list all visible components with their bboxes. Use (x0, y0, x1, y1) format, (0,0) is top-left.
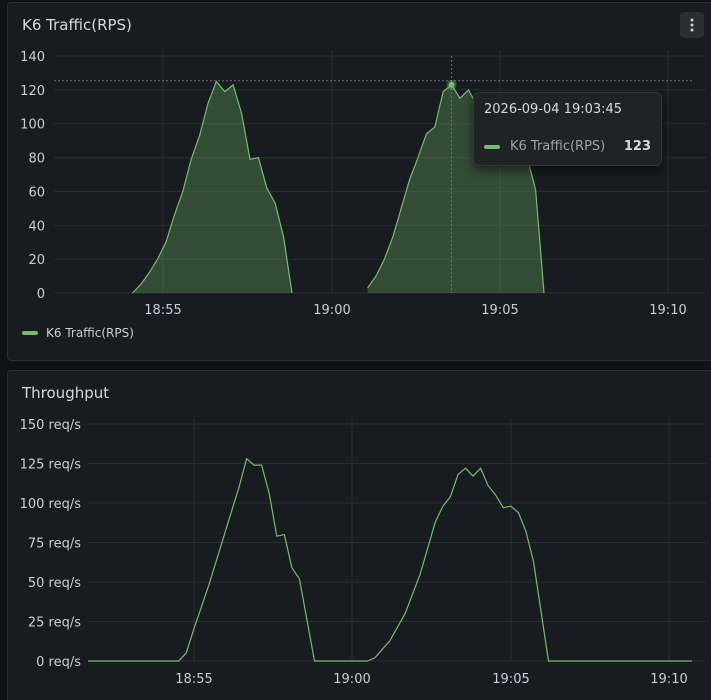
x-tick-label: 19:00 (333, 672, 370, 687)
y-tick-label: 50 req/s (28, 576, 81, 591)
y-tick-label: 150 req/s (20, 418, 82, 433)
y-tick-label: 0 req/s (36, 655, 81, 670)
y-tick-label: 100 req/s (20, 497, 82, 512)
x-tick-label: 18:55 (175, 672, 212, 687)
x-tick-label: 19:05 (492, 672, 529, 687)
y-tick-label: 125 req/s (20, 458, 82, 473)
y-tick-label: 75 req/s (28, 537, 81, 552)
chart-tooltip: 2026-09-04 19:03:45 K6 Traffic(RPS) 123 (473, 92, 662, 166)
y-tick-label: 25 req/s (28, 616, 81, 631)
x-tick-label: 19:10 (650, 672, 687, 687)
tooltip-value: 123 (623, 139, 651, 154)
tooltip-series-name: K6 Traffic(RPS) (510, 139, 606, 154)
tooltip-time: 2026-09-04 19:03:45 (484, 102, 623, 117)
tooltip-row: K6 Traffic(RPS) 123 (484, 139, 651, 154)
tooltip-swatch (484, 144, 500, 149)
series-line (88, 457, 692, 662)
